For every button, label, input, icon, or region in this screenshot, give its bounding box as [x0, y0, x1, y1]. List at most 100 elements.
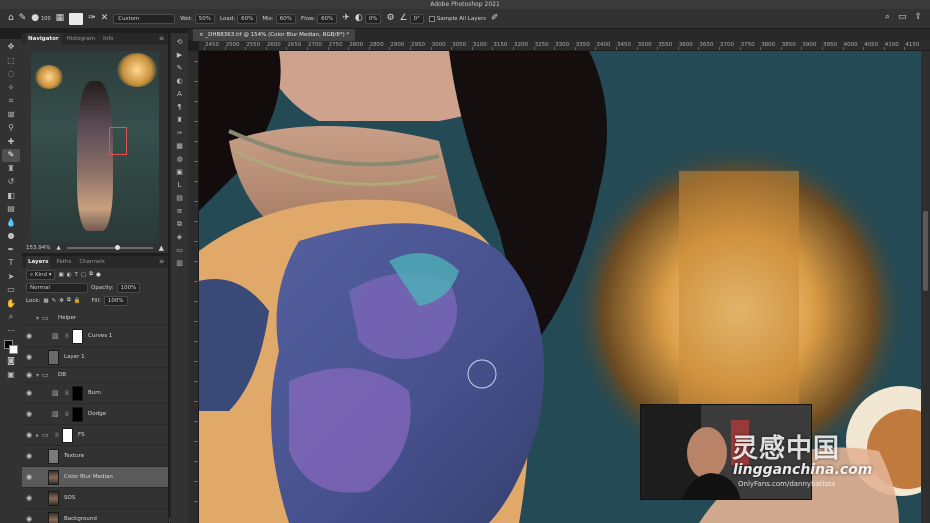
color-panel-icon[interactable]: ◍: [173, 154, 187, 165]
brush-settings-panel-icon[interactable]: ✎: [173, 63, 187, 74]
zoom-slider-handle[interactable]: [114, 245, 120, 250]
tab-layers[interactable]: Layers: [26, 256, 51, 268]
pressure-size-icon[interactable]: ✐: [491, 14, 499, 23]
eye-icon[interactable]: ◉: [26, 332, 32, 340]
smoothing-value[interactable]: 0%: [364, 13, 382, 24]
home-icon[interactable]: ⌂: [8, 14, 14, 23]
lock-artboard-icon[interactable]: ⧉: [67, 297, 71, 304]
tab-info[interactable]: Info: [101, 33, 115, 45]
brush-settings-icon[interactable]: ▦: [56, 14, 65, 23]
navigator-view-box[interactable]: [109, 127, 127, 155]
eye-icon[interactable]: ◉: [26, 452, 32, 460]
timeline-panel-icon[interactable]: ▭: [173, 245, 187, 256]
background-color-swatch[interactable]: [9, 345, 18, 354]
flow-value[interactable]: 60%: [317, 13, 338, 24]
load-value[interactable]: 60%: [237, 13, 258, 24]
filter-kind-dropdown[interactable]: ⌕ Kind ▾: [26, 269, 56, 280]
zoom-out-icon[interactable]: ▲: [56, 245, 60, 251]
layers-panel-menu-icon[interactable]: ≡: [159, 258, 164, 265]
actions-panel-icon[interactable]: ▶: [173, 50, 187, 61]
rectangle-tool-icon[interactable]: ▭: [2, 284, 20, 297]
layer-row-texture[interactable]: ◉ Texture: [22, 446, 168, 467]
vertical-scroll-thumb[interactable]: [923, 211, 928, 291]
clone-stamp-tool-icon[interactable]: ♜: [2, 163, 20, 176]
libraries-panel-icon[interactable]: L: [173, 180, 187, 191]
vertical-scrollbar[interactable]: [921, 51, 930, 523]
clone-source-panel-icon[interactable]: ♜: [173, 115, 187, 126]
panel-menu-icon[interactable]: ≡: [159, 35, 164, 42]
move-tool-icon[interactable]: ✥: [2, 41, 20, 54]
layer-mask-thumbnail[interactable]: [72, 329, 83, 344]
layer-row-background[interactable]: ◉ Background 🔒: [22, 509, 175, 523]
paragraph-panel-icon[interactable]: ¶: [173, 102, 187, 113]
lasso-tool-icon[interactable]: ◌: [2, 68, 20, 81]
wet-value[interactable]: 50%: [194, 13, 216, 24]
hand-tool-icon[interactable]: ✋: [2, 298, 20, 311]
layer-thumbnail[interactable]: [48, 491, 59, 506]
layer-thumbnail[interactable]: [48, 512, 59, 523]
navigator-preview[interactable]: [31, 51, 159, 243]
blend-combo-dropdown[interactable]: Custom: [113, 13, 176, 24]
filter-shape-icon[interactable]: ▢: [81, 272, 86, 278]
opacity-field[interactable]: 100%: [116, 282, 141, 293]
tab-navigator[interactable]: Navigator: [26, 33, 61, 45]
load-control[interactable]: Load: 60%: [220, 13, 258, 24]
layer-thumbnail[interactable]: [48, 470, 59, 485]
group-expand-icon[interactable]: ▸: [36, 432, 39, 439]
adjustments-panel-icon[interactable]: ◐: [173, 76, 187, 87]
swatches-panel-icon[interactable]: ▦: [173, 141, 187, 152]
filter-pixel-icon[interactable]: ▣: [58, 272, 63, 278]
tool-presets-panel-icon[interactable]: ✑: [173, 128, 187, 139]
layer-row-curves-1[interactable]: ◉ ▧ 8 Curves 1: [22, 326, 168, 347]
3d-panel-icon[interactable]: ◈: [173, 232, 187, 243]
quick-mask-icon[interactable]: ◙: [2, 355, 20, 368]
flow-control[interactable]: Flow: 60%: [301, 13, 338, 24]
styles-panel-icon[interactable]: ▣: [173, 167, 187, 178]
lock-transparent-icon[interactable]: ▦: [43, 298, 48, 304]
group-mask-thumbnail[interactable]: [62, 428, 73, 443]
horizontal-ruler[interactable]: 2450 2500 2550 2600 2650 2700 2750 2800 2850 2900…: [199, 41, 930, 51]
layer-thumbnail[interactable]: [48, 449, 59, 464]
search-icon[interactable]: ⌕: [885, 13, 890, 22]
smoothing-settings-icon[interactable]: ⚙: [386, 14, 394, 23]
history-brush-tool-icon[interactable]: ↺: [2, 176, 20, 189]
clean-brush-icon[interactable]: ✕: [101, 14, 109, 23]
marquee-tool-icon[interactable]: ⬚: [2, 55, 20, 68]
zoom-tool-icon[interactable]: ⌕: [2, 311, 20, 324]
layer-mask-thumbnail[interactable]: [72, 407, 83, 422]
angle-control[interactable]: ∠ 0°: [400, 13, 424, 24]
layer-row-db[interactable]: ◉ ▾ ▭ DB: [22, 368, 168, 383]
color-swatches[interactable]: [4, 340, 18, 354]
dodge-tool-icon[interactable]: ●: [2, 230, 20, 243]
lock-all-icon[interactable]: 🔒: [74, 298, 81, 304]
layer-row-burn[interactable]: ◉ ▧ 8 Burn: [22, 383, 168, 404]
tab-histogram[interactable]: Histogram: [65, 33, 98, 45]
eye-icon[interactable]: ◉: [26, 515, 32, 523]
layer-row-dodge[interactable]: ◉ ▧ 8 Dodge: [22, 404, 168, 425]
quick-select-tool-icon[interactable]: ✧: [2, 82, 20, 95]
angle-value[interactable]: 0°: [409, 13, 424, 24]
smoothing-control[interactable]: ◐ 0%: [355, 13, 382, 24]
layer-row-layer-1[interactable]: ◉ Layer 1: [22, 347, 168, 368]
frame-tool-icon[interactable]: ⊠: [2, 109, 20, 122]
document-tab[interactable]: × _DHB8363.tif @ 154% (Color Blur Median…: [193, 29, 356, 41]
filter-smart-icon[interactable]: ⧉: [89, 271, 93, 278]
screen-mode-icon[interactable]: ▣: [2, 369, 20, 382]
eye-icon[interactable]: ◉: [26, 494, 32, 502]
eyedropper-tool-icon[interactable]: ⚲: [2, 122, 20, 135]
zoom-slider[interactable]: [66, 245, 153, 250]
navigator-zoom-value[interactable]: 153.94%: [26, 245, 50, 251]
brush-tool-icon[interactable]: ✎: [2, 149, 20, 162]
notes-panel-icon[interactable]: ▥: [173, 258, 187, 269]
eye-icon[interactable]: ◉: [26, 431, 32, 439]
gradient-tool-icon[interactable]: ▤: [2, 203, 20, 216]
healing-tool-icon[interactable]: ✚: [2, 136, 20, 149]
share-icon[interactable]: ⇪: [914, 13, 922, 22]
wet-control[interactable]: Wet: 50%: [180, 13, 216, 24]
layer-thumbnail[interactable]: [48, 350, 59, 365]
group-expand-icon[interactable]: ▾: [36, 372, 39, 379]
fill-field[interactable]: 100%: [103, 295, 128, 306]
mix-value[interactable]: 60%: [275, 13, 296, 24]
eye-icon[interactable]: ◉: [26, 389, 32, 397]
blend-mode-dropdown[interactable]: Normal: [26, 282, 88, 293]
